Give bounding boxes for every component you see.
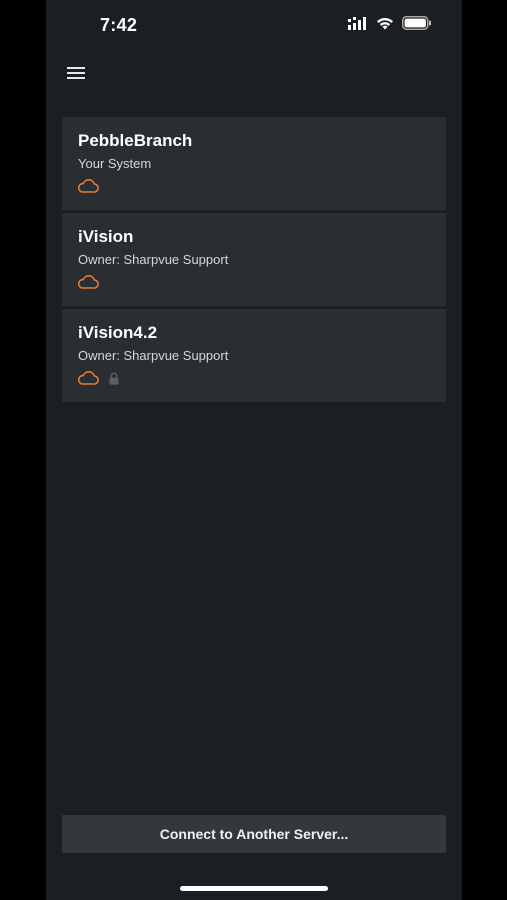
status-time: 7:42 [100, 15, 138, 35]
status-icons [348, 16, 432, 30]
home-indicator[interactable] [180, 886, 328, 891]
cloud-icon [77, 179, 99, 193]
server-icons [77, 179, 99, 193]
cellular-signal-icon [348, 16, 366, 30]
battery-icon [402, 16, 431, 30]
cloud-icon [77, 275, 99, 289]
server-icons [77, 275, 99, 289]
server-name: PebbleBranch [78, 131, 193, 150]
status-bar: 7:42 [46, 0, 462, 52]
server-owner: Owner: Sharpvue Support [78, 252, 229, 267]
server-item-ivision4-2[interactable]: iVision4.2 Owner: Sharpvue Support [62, 309, 446, 402]
connect-another-server-button[interactable]: Connect to Another Server... [62, 815, 446, 853]
server-item-ivision[interactable]: iVision Owner: Sharpvue Support [62, 213, 446, 306]
server-icons [77, 371, 119, 385]
lock-icon [109, 372, 119, 385]
cloud-icon [77, 371, 99, 385]
hamburger-menu-button[interactable] [66, 64, 88, 84]
menu-line [67, 72, 85, 74]
server-owner: Your System [78, 156, 152, 171]
server-item-pebblebranch[interactable]: PebbleBranch Your System [62, 117, 446, 210]
server-list: PebbleBranch Your System iVision Owner: … [62, 117, 446, 405]
menu-line [67, 77, 85, 79]
server-owner: Owner: Sharpvue Support [78, 348, 229, 363]
server-name: iVision [78, 227, 134, 246]
menu-line [67, 67, 85, 69]
wifi-icon [377, 17, 393, 29]
app-screen: 7:42 PebbleBranch Your System iVision Ow… [46, 0, 462, 900]
server-name: iVision4.2 [78, 323, 158, 342]
